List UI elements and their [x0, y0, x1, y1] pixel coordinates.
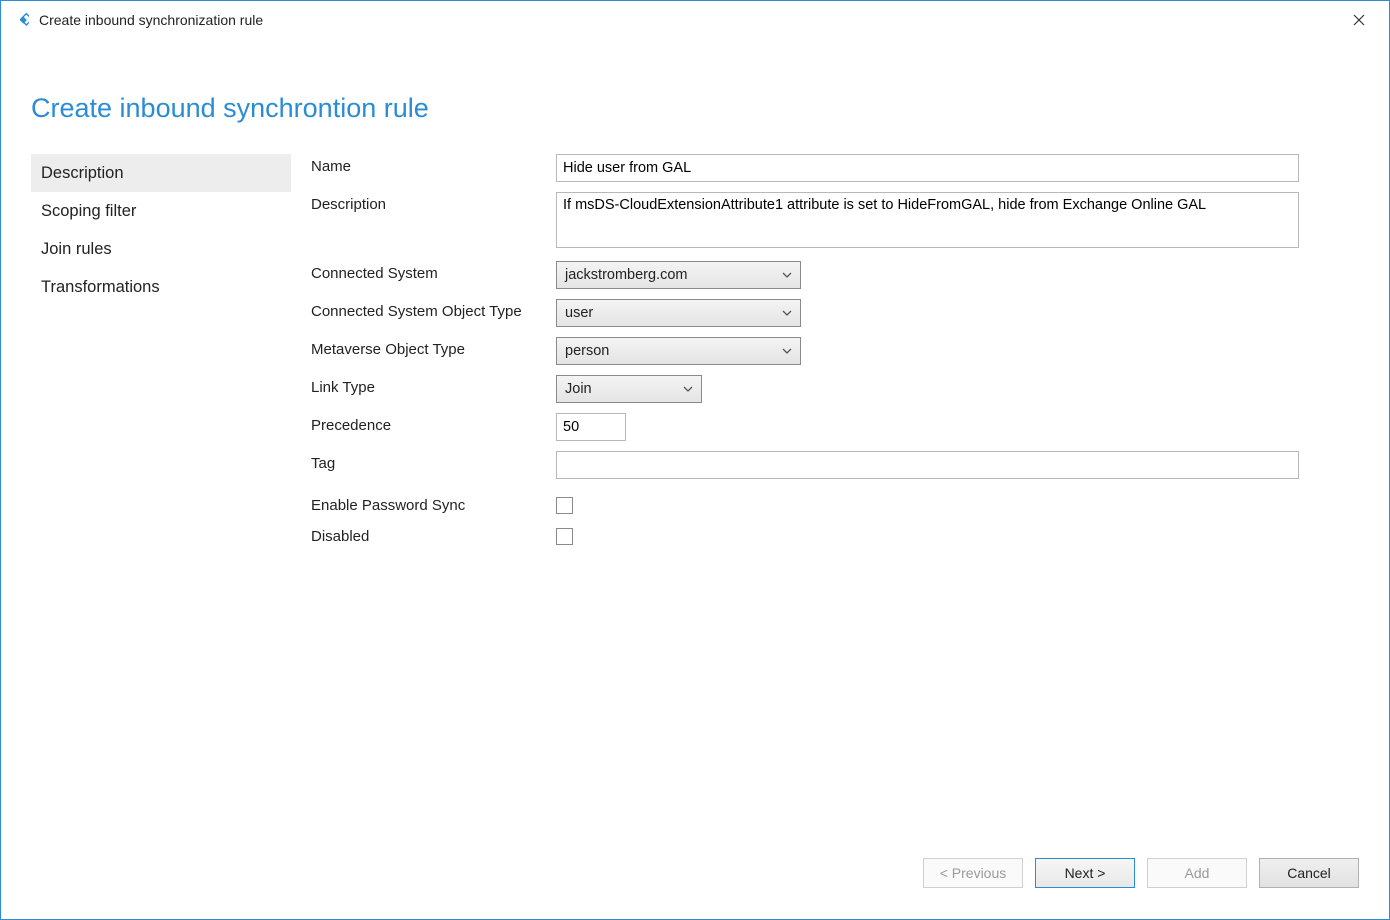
row-connected-system-object-type: Connected System Object Type user — [311, 299, 1299, 327]
enable-password-sync-checkbox[interactable] — [556, 497, 573, 514]
label-precedence: Precedence — [311, 413, 556, 434]
sidebar-item-transformations[interactable]: Transformations — [31, 268, 291, 306]
close-icon — [1353, 14, 1365, 26]
link-type-select[interactable]: Join — [556, 375, 702, 403]
label-disabled: Disabled — [311, 524, 556, 545]
select-value: jackstromberg.com — [565, 267, 687, 283]
tag-input[interactable] — [556, 451, 1299, 479]
chevron-down-icon — [782, 308, 792, 318]
sidebar-item-description[interactable]: Description — [31, 154, 291, 192]
row-connected-system: Connected System jackstromberg.com — [311, 261, 1299, 289]
row-name: Name — [311, 154, 1299, 182]
add-button[interactable]: Add — [1147, 858, 1247, 888]
sidebar-item-label: Transformations — [41, 278, 160, 297]
row-tag: Tag — [311, 451, 1299, 479]
body-area: Description Scoping filter Join rules Tr… — [31, 154, 1359, 847]
label-description: Description — [311, 192, 556, 213]
sidebar-item-label: Description — [41, 164, 124, 183]
label-connected-system: Connected System — [311, 261, 556, 282]
label-enable-password-sync: Enable Password Sync — [311, 493, 556, 514]
app-icon — [11, 11, 29, 29]
label-name: Name — [311, 154, 556, 175]
previous-button[interactable]: < Previous — [923, 858, 1023, 888]
page-title: Create inbound synchrontion rule — [31, 93, 1359, 124]
row-precedence: Precedence — [311, 413, 1299, 441]
wizard-footer: < Previous Next > Add Cancel — [1, 847, 1389, 919]
sidebar-item-label: Scoping filter — [41, 202, 136, 221]
sidebar-item-label: Join rules — [41, 240, 112, 259]
titlebar: Create inbound synchronization rule — [1, 1, 1389, 39]
metaverse-object-type-select[interactable]: person — [556, 337, 801, 365]
form-area: Name Description Connected System — [311, 154, 1359, 847]
precedence-input[interactable] — [556, 413, 626, 441]
sidebar-item-scoping-filter[interactable]: Scoping filter — [31, 192, 291, 230]
label-connected-system-object-type: Connected System Object Type — [311, 299, 556, 320]
chevron-down-icon — [782, 270, 792, 280]
chevron-down-icon — [782, 346, 792, 356]
description-textarea[interactable] — [556, 192, 1299, 248]
label-tag: Tag — [311, 451, 556, 472]
row-description: Description — [311, 192, 1299, 251]
next-button[interactable]: Next > — [1035, 858, 1135, 888]
window-title: Create inbound synchronization rule — [39, 12, 1339, 28]
content-area: Create inbound synchrontion rule Descrip… — [1, 39, 1389, 847]
chevron-down-icon — [683, 384, 693, 394]
connected-system-object-type-select[interactable]: user — [556, 299, 801, 327]
disabled-checkbox[interactable] — [556, 528, 573, 545]
row-metaverse-object-type: Metaverse Object Type person — [311, 337, 1299, 365]
dialog-window: Create inbound synchronization rule Crea… — [0, 0, 1390, 920]
label-link-type: Link Type — [311, 375, 556, 396]
select-value: user — [565, 305, 593, 321]
row-disabled: Disabled — [311, 524, 1299, 545]
name-input[interactable] — [556, 154, 1299, 182]
select-value: Join — [565, 381, 592, 397]
label-metaverse-object-type: Metaverse Object Type — [311, 337, 556, 358]
close-button[interactable] — [1339, 5, 1379, 35]
sidebar-item-join-rules[interactable]: Join rules — [31, 230, 291, 268]
row-link-type: Link Type Join — [311, 375, 1299, 403]
select-value: person — [565, 343, 609, 359]
row-enable-password-sync: Enable Password Sync — [311, 493, 1299, 514]
wizard-sidebar: Description Scoping filter Join rules Tr… — [31, 154, 311, 847]
connected-system-select[interactable]: jackstromberg.com — [556, 261, 801, 289]
cancel-button[interactable]: Cancel — [1259, 858, 1359, 888]
